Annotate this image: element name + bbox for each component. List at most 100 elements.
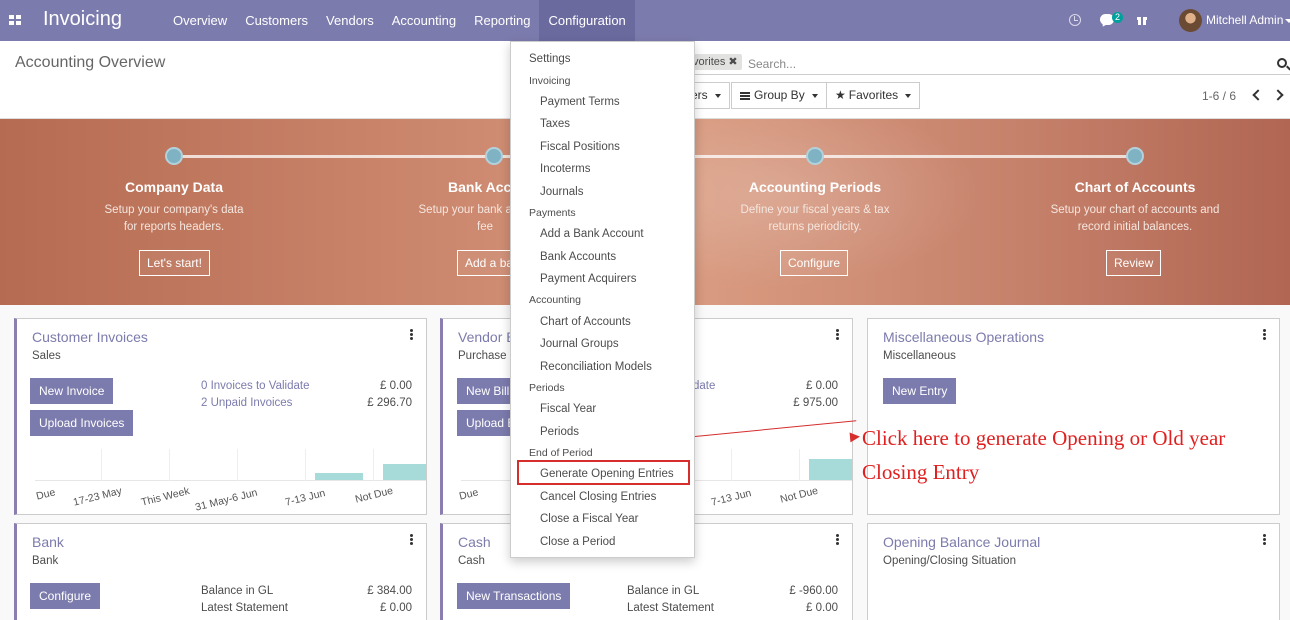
menu-configuration[interactable]: Configuration [539, 0, 635, 41]
user-name[interactable]: Mitchell Admin [1206, 13, 1283, 27]
main-menu: Overview Customers Vendors Accounting Re… [164, 0, 635, 41]
menu-item-payment-acquirers[interactable]: Payment Acquirers [511, 273, 694, 285]
group-by-icon [740, 91, 750, 100]
menu-customers[interactable]: Customers [236, 0, 317, 41]
favorites-button[interactable]: ★ Favorites [826, 82, 921, 109]
menu-item-journals[interactable]: Journals [511, 186, 694, 198]
upload-invoices-button[interactable]: Upload Invoices [30, 410, 134, 436]
card-title[interactable]: Opening Balance Journal [883, 534, 1040, 550]
pager-value[interactable]: 1-6 / 6 [1202, 89, 1236, 103]
card-title[interactable]: Vendor B [458, 329, 516, 345]
kebab-menu-icon[interactable] [410, 329, 413, 340]
user-menu-caret-icon[interactable] [1285, 19, 1290, 23]
kebab-menu-icon[interactable] [410, 534, 413, 545]
menu-item-fiscal-year[interactable]: Fiscal Year [511, 403, 694, 415]
step-title: Chart of Accounts [1074, 179, 1196, 195]
menu-item-taxes[interactable]: Taxes [511, 118, 694, 130]
new-invoice-button[interactable]: New Invoice [30, 378, 114, 404]
review-button[interactable]: Review [1106, 250, 1162, 276]
menu-item-add-bank-account[interactable]: Add a Bank Account [511, 228, 694, 240]
grid-line [373, 449, 374, 481]
card-title[interactable]: Customer Invoices [32, 329, 148, 345]
section-header-periods: Periods [529, 382, 565, 394]
pager-previous-icon[interactable] [1252, 89, 1264, 101]
card-subtitle: Sales [32, 350, 61, 362]
section-header-invoicing: Invoicing [529, 75, 571, 87]
card-title[interactable]: Cash [458, 534, 491, 550]
menu-item-periods[interactable]: Periods [511, 426, 694, 438]
menu-item-close-fiscal-year[interactable]: Close a Fiscal Year [511, 513, 694, 525]
kebab-menu-icon[interactable] [1263, 534, 1266, 545]
menu-item-generate-opening-entries[interactable]: Generate Opening Entries [511, 468, 694, 480]
page-title: Accounting Overview [15, 54, 166, 71]
card-bank: Bank Bank Configure Balance in GL Latest… [14, 523, 427, 620]
menu-item-fiscal-positions[interactable]: Fiscal Positions [511, 141, 694, 153]
new-transactions-button[interactable]: New Transactions [457, 583, 571, 609]
annotation-text: Click here to generate Opening or Old ye… [862, 426, 1226, 484]
grid-line [237, 449, 238, 481]
caret-down-icon [714, 93, 721, 98]
gift-icon[interactable] [1137, 14, 1147, 25]
step-description: Define your fiscal years & tax returns p… [740, 204, 890, 233]
activity-clock-icon[interactable] [1069, 14, 1081, 26]
apps-grid-icon[interactable] [9, 15, 21, 25]
user-avatar[interactable] [1179, 9, 1202, 32]
configure-bank-button[interactable]: Configure [30, 583, 101, 609]
search-input[interactable]: Search... [748, 57, 796, 71]
menu-item-payment-terms[interactable]: Payment Terms [511, 96, 694, 108]
menu-item-settings[interactable]: Settings [511, 53, 694, 65]
caret-down-icon [905, 93, 912, 98]
menu-item-bank-accounts[interactable]: Bank Accounts [511, 251, 694, 263]
section-header-accounting: Accounting [529, 294, 581, 306]
aged-receivable-chart[interactable] [35, 449, 426, 481]
menu-accounting[interactable]: Accounting [383, 0, 465, 41]
menu-item-close-period[interactable]: Close a Period [511, 536, 694, 548]
step-description: Setup your company's data for reports he… [104, 204, 244, 233]
new-entry-button[interactable]: New Entry [883, 378, 957, 404]
balance-in-gl-label: Balance in GL [627, 585, 700, 597]
search-icon[interactable] [1277, 58, 1287, 68]
invoices-to-validate-link[interactable]: 0 Invoices to Validate [201, 380, 309, 392]
step-dot [806, 147, 824, 165]
card-subtitle: Bank [32, 555, 59, 567]
configure-periods-button[interactable]: Configure [780, 250, 849, 276]
unpaid-invoices-amount: £ 296.70 [367, 397, 412, 409]
facet-remove-icon[interactable]: ✖ [728, 56, 737, 68]
card-subtitle: Purchase [458, 350, 507, 362]
step-title: Accounting Periods [748, 179, 882, 195]
latest-statement-value: £ 0.00 [380, 602, 412, 614]
pager-next-icon[interactable] [1272, 89, 1284, 101]
search-box[interactable]: vorites ✖ Search... [680, 51, 1290, 75]
kebab-menu-icon[interactable] [836, 329, 839, 340]
balance-in-gl-value: £ 384.00 [367, 585, 412, 597]
app-brand[interactable]: Invoicing [43, 8, 122, 31]
kebab-menu-icon[interactable] [1263, 329, 1266, 340]
menu-vendors[interactable]: Vendors [317, 0, 383, 41]
menu-item-journal-groups[interactable]: Journal Groups [511, 338, 694, 350]
invoices-to-validate-amount: £ 0.00 [380, 380, 412, 392]
group-by-button[interactable]: Group By [731, 82, 827, 109]
chart-bar-7-13-jun [315, 473, 363, 480]
kebab-menu-icon[interactable] [836, 534, 839, 545]
lets-start-button[interactable]: Let's start! [139, 250, 210, 276]
unpaid-invoices-link[interactable]: 2 Unpaid Invoices [201, 397, 292, 409]
bills-to-validate-amount: £ 0.00 [806, 380, 838, 392]
caret-down-icon [811, 93, 818, 98]
menu-item-cancel-closing-entries[interactable]: Cancel Closing Entries [511, 491, 694, 503]
menu-overview[interactable]: Overview [164, 0, 236, 41]
card-title[interactable]: Bank [32, 534, 64, 550]
x-tick-label: Not Due [779, 484, 820, 506]
menu-item-incoterms[interactable]: Incoterms [511, 163, 694, 175]
step-accounting-periods: Accounting Periods Define your fiscal ye… [685, 179, 945, 236]
menu-item-reconciliation-models[interactable]: Reconciliation Models [511, 361, 694, 373]
card-title[interactable]: Miscellaneous Operations [883, 329, 1044, 345]
menu-item-chart-of-accounts[interactable]: Chart of Accounts [511, 316, 694, 328]
annotation-arrowhead-icon [849, 431, 861, 443]
configuration-dropdown: Settings Invoicing Payment Terms Taxes F… [510, 41, 695, 558]
menu-reporting[interactable]: Reporting [465, 0, 539, 41]
x-tick-label: 31 May-6 Jun [194, 486, 259, 514]
grid-line [799, 449, 800, 481]
step-dot [1126, 147, 1144, 165]
facet-label: vorites [693, 56, 726, 68]
bills-to-validate-link[interactable]: date [693, 380, 715, 392]
